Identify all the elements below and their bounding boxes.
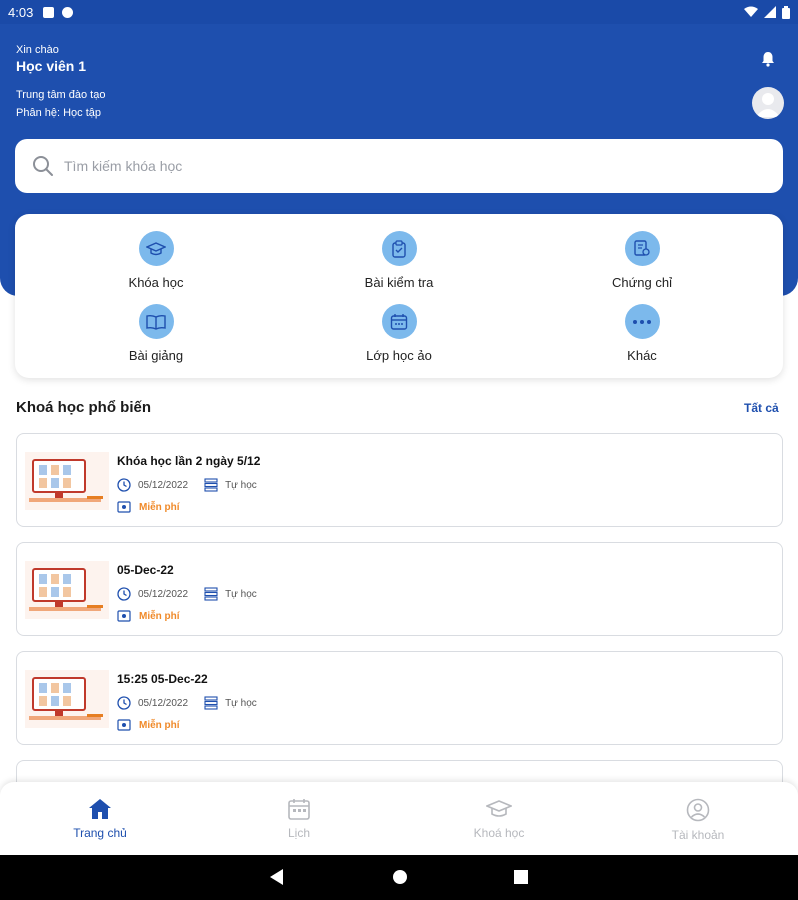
- clock-icon: [117, 696, 131, 710]
- menu-label: Khác: [627, 348, 657, 363]
- course-thumbnail-image: [25, 452, 109, 510]
- nav-label: Tài khoản: [671, 828, 725, 842]
- course-title: 15:25 05-Dec-22: [117, 672, 208, 686]
- course-price: Miễn phí: [139, 719, 180, 731]
- username: Học viên 1: [16, 58, 87, 74]
- menu-item-virtual-class[interactable]: Lớp học ảo: [309, 304, 489, 363]
- course-thumbnail-image: [25, 561, 109, 619]
- greeting-text: Xin chào: [16, 44, 59, 56]
- course-title: 05-Dec-22: [117, 563, 174, 577]
- nav-account[interactable]: Tài khoản: [618, 798, 778, 842]
- course-date: 05/12/2022: [138, 588, 189, 600]
- course-type: Tự học: [225, 697, 257, 709]
- certificate-icon: [624, 231, 660, 266]
- course-price: Miễn phí: [139, 610, 180, 622]
- course-price: Miễn phí: [139, 501, 180, 513]
- menu-label: Khóa học: [128, 275, 184, 290]
- course-thumbnail-image: [25, 670, 109, 728]
- menu-item-certificates[interactable]: Chứng chỉ: [552, 231, 732, 290]
- battery-icon: [782, 5, 790, 19]
- course-type: Tự học: [225, 479, 257, 491]
- course-date: 05/12/2022: [138, 697, 189, 709]
- menu-label: Bài kiểm tra: [364, 275, 434, 290]
- calendar-icon: [288, 799, 310, 820]
- home-circle-icon[interactable]: [392, 869, 408, 885]
- menu-label: Bài giảng: [128, 348, 184, 363]
- signal-icon: [764, 6, 776, 18]
- menu-item-tests[interactable]: Bài kiểm tra: [309, 231, 489, 290]
- course-type: Tự học: [225, 588, 257, 600]
- home-icon: [89, 799, 111, 819]
- graduation-cap-icon: [486, 800, 512, 817]
- menu-label: Lớp học ảo: [366, 348, 432, 363]
- nav-calendar[interactable]: Lịch: [219, 798, 379, 840]
- account-icon: [686, 798, 710, 822]
- course-date: 05/12/2022: [138, 479, 189, 491]
- menu-item-courses[interactable]: Khóa học: [66, 231, 246, 290]
- menu-item-more[interactable]: Khác: [552, 304, 732, 363]
- nav-label: Trang chủ: [73, 826, 127, 840]
- course-card[interactable]: 05-Dec-22 05/12/2022 Tự học Miễn phí: [16, 542, 783, 636]
- system-navigation-bar: [0, 855, 798, 900]
- nav-courses[interactable]: Khoá học: [419, 798, 579, 840]
- calendar-icon: [381, 304, 417, 339]
- list-icon: [204, 696, 218, 710]
- money-icon: [117, 719, 131, 731]
- list-icon: [204, 478, 218, 492]
- department: Phân hệ: Học tập: [16, 107, 102, 119]
- more-dots-icon: [624, 304, 660, 339]
- app-notification-icon: [62, 6, 74, 18]
- training-center: Trung tâm đào tạo: [16, 89, 106, 101]
- course-title: Khóa học lần 2 ngày 5/12: [117, 454, 261, 468]
- avatar[interactable]: [752, 87, 784, 119]
- recents-icon[interactable]: [514, 870, 528, 884]
- search-icon: [33, 156, 53, 176]
- open-book-icon: [138, 304, 174, 339]
- money-icon: [117, 501, 131, 513]
- menu-item-lectures[interactable]: Bài giảng: [66, 304, 246, 363]
- status-bar: 4:03: [0, 0, 798, 24]
- course-card[interactable]: Khóa học lần 2 ngày 5/12 05/12/2022 Tự h…: [16, 433, 783, 527]
- menu-label: Chứng chỉ: [611, 275, 672, 290]
- search-bar[interactable]: [15, 139, 783, 193]
- clock-icon: [117, 587, 131, 601]
- bell-icon[interactable]: [757, 48, 779, 70]
- search-input[interactable]: [64, 158, 664, 174]
- section-title: Khoá học phổ biến: [16, 399, 151, 416]
- bottom-navigation: Trang chủ Lịch Khoá học Tài khoản: [0, 782, 798, 855]
- wifi-icon: [744, 6, 758, 17]
- clock-icon: [117, 478, 131, 492]
- notification-icon: [43, 6, 55, 18]
- nav-label: Lịch: [287, 826, 310, 840]
- nav-label: Khoá học: [473, 826, 525, 840]
- graduation-cap-icon: [138, 231, 174, 266]
- nav-home[interactable]: Trang chủ: [20, 798, 180, 840]
- feature-menu: Khóa học Bài kiểm tra Chứng chỉ Bài giản…: [15, 214, 783, 378]
- see-all-link[interactable]: Tất cả: [744, 401, 779, 415]
- back-icon[interactable]: [270, 869, 284, 885]
- list-icon: [204, 587, 218, 601]
- money-icon: [117, 610, 131, 622]
- status-time: 4:03: [8, 4, 34, 20]
- course-card[interactable]: 15:25 05-Dec-22 05/12/2022 Tự học Miễn p…: [16, 651, 783, 745]
- clipboard-check-icon: [381, 231, 417, 266]
